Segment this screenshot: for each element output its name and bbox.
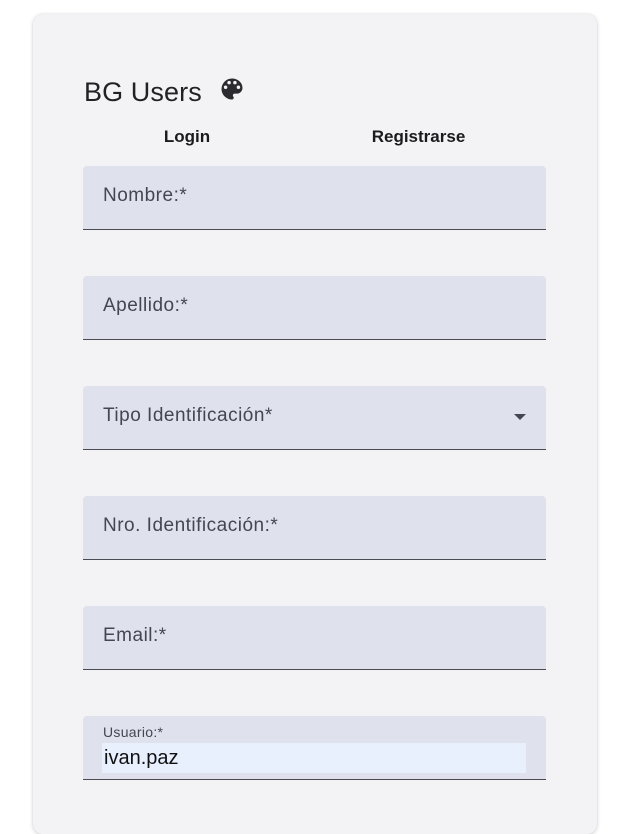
usuario-input[interactable]: [102, 743, 526, 773]
nro-identificacion-label: Nro. Identificación:*: [103, 515, 279, 536]
email-field[interactable]: Email:*: [83, 606, 546, 670]
tipo-identificacion-label: Tipo Identificación*: [103, 405, 273, 426]
nombre-label: Nombre:*: [103, 185, 188, 206]
nro-identificacion-field[interactable]: Nro. Identificación:*: [83, 496, 546, 560]
auth-tabs: Login Registrarse: [83, 124, 546, 182]
apellido-field[interactable]: Apellido:*: [83, 276, 546, 340]
apellido-label: Apellido:*: [103, 295, 189, 316]
tab-login[interactable]: Login: [83, 124, 291, 166]
register-card: BG Users Login Registrarse Nombre:* Apel…: [33, 14, 597, 834]
header: BG Users: [84, 72, 246, 112]
palette-icon[interactable]: [218, 75, 246, 103]
tipo-identificacion-select[interactable]: Tipo Identificación*: [83, 386, 546, 450]
usuario-label: Usuario:*: [103, 724, 164, 740]
nombre-field[interactable]: Nombre:*: [83, 166, 546, 230]
usuario-field[interactable]: Usuario:*: [83, 716, 546, 780]
app-title: BG Users: [84, 76, 202, 107]
tab-registrarse[interactable]: Registrarse: [291, 124, 546, 182]
email-label: Email:*: [103, 625, 167, 646]
chevron-down-icon[interactable]: [514, 414, 526, 420]
